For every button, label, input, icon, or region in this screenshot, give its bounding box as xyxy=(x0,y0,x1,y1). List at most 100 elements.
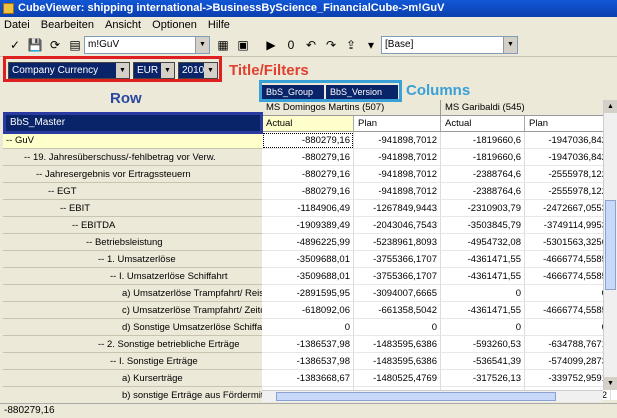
data-cell[interactable]: 0 xyxy=(354,319,441,336)
data-cell[interactable]: -3755366,1707 xyxy=(354,268,441,285)
view-combo[interactable]: m!GuV ▼ xyxy=(84,36,210,54)
chevron-down-icon[interactable]: ▼ xyxy=(195,37,209,53)
data-cell[interactable]: -4361471,55 xyxy=(441,251,525,268)
export-icon[interactable]: ⇪ xyxy=(342,36,360,54)
arrow-right-icon[interactable]: ▶ xyxy=(262,36,280,54)
data-cell[interactable]: -4666774,5585 xyxy=(525,251,611,268)
data-cell[interactable]: -3509688,01 xyxy=(262,268,354,285)
data-cell[interactable]: -941898,7012 xyxy=(354,183,441,200)
scroll-down-icon[interactable]: ▼ xyxy=(604,377,617,390)
data-cell[interactable]: -941898,7012 xyxy=(354,149,441,166)
data-cell[interactable]: 0 xyxy=(441,285,525,302)
data-cell[interactable]: -618092,06 xyxy=(262,302,354,319)
data-cell[interactable]: 0 xyxy=(262,319,354,336)
column-subheader[interactable]: Actual xyxy=(441,116,525,132)
data-cell[interactable]: -339752,9591 xyxy=(525,370,611,387)
row-header[interactable]: a) Umsatzerlöse Trampfahrt/ Reisech xyxy=(3,285,262,302)
data-cell[interactable]: -3749114,9953 xyxy=(525,217,611,234)
data-cell[interactable]: 0 xyxy=(525,285,611,302)
menu-hilfe[interactable]: Hilfe xyxy=(204,17,234,33)
data-cell[interactable]: -2472667,0553 xyxy=(525,200,611,217)
refresh-icon[interactable]: ⟳ xyxy=(46,36,64,54)
vertical-scrollbar[interactable]: ▲ ▼ xyxy=(603,100,617,390)
data-cell[interactable]: -880279,16 xyxy=(262,149,354,166)
data-cell[interactable]: -1386537,98 xyxy=(262,353,354,370)
data-cell[interactable]: -1480525,4769 xyxy=(354,370,441,387)
data-cell[interactable]: -1483595,6386 xyxy=(354,353,441,370)
data-cell[interactable]: -880279,16 xyxy=(262,183,354,200)
grid-icon[interactable]: ▦ xyxy=(214,36,232,54)
data-cell[interactable]: -3094007,6665 xyxy=(354,285,441,302)
menu-bearbeiten[interactable]: Bearbeiten xyxy=(37,17,98,33)
checkmark-icon[interactable]: ✓ xyxy=(6,36,24,54)
data-cell[interactable]: 0 xyxy=(441,319,525,336)
row-header[interactable]: -- I. Umsatzerlöse Schiffahrt xyxy=(3,268,262,285)
calculator-icon[interactable]: ▣ xyxy=(234,36,252,54)
horizontal-scrollbar[interactable] xyxy=(262,390,603,402)
data-cell[interactable]: -3509688,01 xyxy=(262,251,354,268)
data-cell[interactable]: -2555978,122 xyxy=(525,183,611,200)
data-cell[interactable]: -941898,7012 xyxy=(354,132,441,149)
data-cell[interactable]: -536541,39 xyxy=(441,353,525,370)
column-group-header[interactable]: MS Domingos Martins (507) xyxy=(262,100,441,116)
data-cell[interactable]: -4666774,5585 xyxy=(525,302,611,319)
save-icon[interactable]: 💾 xyxy=(26,36,44,54)
row-header[interactable]: -- 1. Umsatzerlöse xyxy=(3,251,262,268)
data-cell[interactable]: -880279,16 xyxy=(262,166,354,183)
data-cell[interactable]: -1909389,49 xyxy=(262,217,354,234)
data-cell[interactable]: -5301563,3256 xyxy=(525,234,611,251)
data-cell[interactable]: -634788,7671 xyxy=(525,336,611,353)
data-cell[interactable]: -1819660,6 xyxy=(441,149,525,166)
row-header[interactable]: -- EBITDA xyxy=(3,217,262,234)
data-cell[interactable]: -4896225,99 xyxy=(262,234,354,251)
scroll-thumb[interactable] xyxy=(605,200,616,290)
redo-icon[interactable]: ↷ xyxy=(322,36,340,54)
data-cell[interactable]: -574099,2873 xyxy=(525,353,611,370)
menu-datei[interactable]: Datei xyxy=(0,17,34,33)
data-cell[interactable]: -1383668,67 xyxy=(262,370,354,387)
row-header[interactable]: -- EBIT xyxy=(3,200,262,217)
data-cell[interactable]: -1267849,9443 xyxy=(354,200,441,217)
data-cell[interactable]: -661358,5042 xyxy=(354,302,441,319)
data-cell[interactable]: 0 xyxy=(525,319,611,336)
row-header[interactable]: -- Jahresergebnis vor Ertragssteuern xyxy=(3,166,262,183)
row-header[interactable]: a) Kurserträge xyxy=(3,370,262,387)
data-cell[interactable]: -1184906,49 xyxy=(262,200,354,217)
row-header[interactable]: -- I. Sonstige Erträge xyxy=(3,353,262,370)
undo-icon[interactable]: ↶ xyxy=(302,36,320,54)
data-cell[interactable]: -2388764,6 xyxy=(441,183,525,200)
options-icon[interactable]: ▾ xyxy=(362,36,380,54)
data-cell[interactable]: -2891595,95 xyxy=(262,285,354,302)
base-combo[interactable]: [Base] ▼ xyxy=(381,36,518,54)
row-header[interactable]: b) sonstige Erträge aus Fördermitteln xyxy=(3,387,262,400)
menu-optionen[interactable]: Optionen xyxy=(148,17,201,33)
data-cell[interactable]: -4361471,55 xyxy=(441,302,525,319)
data-cell[interactable]: -593260,53 xyxy=(441,336,525,353)
data-cell[interactable]: -941898,7012 xyxy=(354,166,441,183)
hscroll-thumb[interactable] xyxy=(276,392,556,401)
row-header[interactable]: d) Sonstige Umsatzerlöse Schiffahrt xyxy=(3,319,262,336)
row-header[interactable]: c) Umsatzerlöse Trampfahrt/ Zeitchar xyxy=(3,302,262,319)
row-header[interactable]: -- 2. Sonstige betriebliche Erträge xyxy=(3,336,262,353)
data-cell[interactable]: -3503845,79 xyxy=(441,217,525,234)
chevron-down-icon[interactable]: ▼ xyxy=(503,37,517,53)
data-cell[interactable]: -4666774,5585 xyxy=(525,268,611,285)
data-cell[interactable]: -1483595,6386 xyxy=(354,336,441,353)
data-cell[interactable]: -317526,13 xyxy=(441,370,525,387)
row-header[interactable]: -- 19. Jahresüberschuss/-fehlbetrag vor … xyxy=(3,149,262,166)
data-cell[interactable]: -4361471,55 xyxy=(441,268,525,285)
data-cell[interactable]: -2388764,6 xyxy=(441,166,525,183)
data-cell[interactable]: -4954732,08 xyxy=(441,234,525,251)
zero-suppress-icon[interactable]: 0 xyxy=(282,36,300,54)
data-cell[interactable]: -2043046,7543 xyxy=(354,217,441,234)
data-cell[interactable]: -1947036,842 xyxy=(525,132,611,149)
row-header[interactable]: -- EGT xyxy=(3,183,262,200)
data-cell[interactable]: -880279,16 xyxy=(262,132,354,149)
data-cell[interactable]: -1947036,842 xyxy=(525,149,611,166)
data-cell[interactable]: -3755366,1707 xyxy=(354,251,441,268)
data-cell[interactable]: -5238961,8093 xyxy=(354,234,441,251)
data-cell[interactable]: -1819660,6 xyxy=(441,132,525,149)
column-subheader[interactable]: Plan xyxy=(525,116,611,132)
column-group-header[interactable]: MS Garibaldi (545) xyxy=(441,100,611,116)
column-subheader[interactable]: Actual xyxy=(262,116,354,132)
